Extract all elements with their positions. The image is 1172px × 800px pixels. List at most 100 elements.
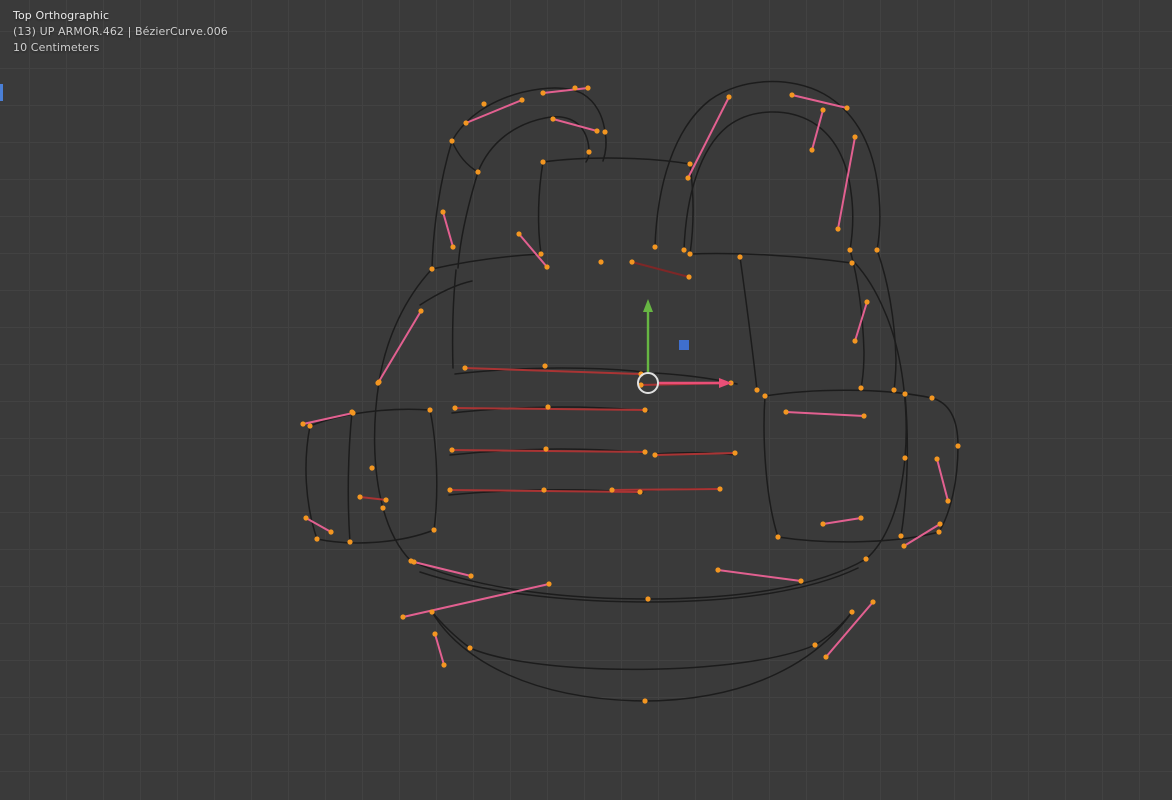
control-point[interactable] [350, 410, 356, 416]
control-point[interactable] [609, 487, 615, 493]
control-point[interactable] [645, 596, 651, 602]
control-point[interactable] [550, 116, 556, 122]
bezier-curve-segment[interactable] [410, 558, 867, 600]
control-point[interactable] [844, 105, 850, 111]
bezier-curve-segment[interactable] [876, 249, 897, 391]
control-handle-line[interactable] [791, 94, 848, 109]
bezier-curve-segment[interactable] [542, 157, 691, 165]
control-point[interactable] [475, 169, 481, 175]
bezier-curve-segment[interactable] [429, 409, 438, 531]
bezier-curve-segment[interactable] [931, 397, 959, 533]
control-point[interactable] [858, 385, 864, 391]
control-point[interactable] [820, 107, 826, 113]
control-point[interactable] [902, 455, 908, 461]
control-point[interactable] [934, 456, 940, 462]
control-point[interactable] [450, 244, 456, 250]
control-point[interactable] [809, 147, 815, 153]
control-point[interactable] [687, 161, 693, 167]
control-point[interactable] [441, 662, 447, 668]
control-point[interactable] [462, 365, 468, 371]
control-point[interactable] [546, 581, 552, 587]
control-point[interactable] [519, 97, 525, 103]
control-point[interactable] [945, 498, 951, 504]
bezier-curve-segment[interactable] [469, 644, 816, 671]
control-point[interactable] [652, 452, 658, 458]
control-point[interactable] [849, 260, 855, 266]
gizmo-x-axis-arrowhead-icon[interactable] [719, 378, 732, 388]
control-point[interactable] [452, 405, 458, 411]
control-point[interactable] [369, 465, 375, 471]
control-point[interactable] [540, 159, 546, 165]
bezier-curve-segment[interactable] [683, 111, 854, 251]
control-point[interactable] [541, 487, 547, 493]
bezier-curve-segment[interactable] [347, 411, 353, 543]
bezier-curve-segment[interactable] [602, 131, 607, 162]
control-point[interactable] [467, 645, 473, 651]
control-point[interactable] [852, 134, 858, 140]
control-point[interactable] [726, 94, 732, 100]
control-point[interactable] [902, 391, 908, 397]
control-point[interactable] [762, 393, 768, 399]
bezier-curve-segment[interactable] [373, 268, 433, 562]
bezier-curve-segment[interactable] [537, 161, 544, 255]
control-point[interactable] [685, 175, 691, 181]
control-point[interactable] [936, 529, 942, 535]
control-point[interactable] [642, 407, 648, 413]
control-point[interactable] [449, 447, 455, 453]
bezier-curve-segment[interactable] [451, 140, 479, 173]
control-handle-line[interactable] [903, 523, 941, 547]
bezier-curve-segment[interactable] [451, 269, 457, 369]
control-handle-line[interactable] [413, 561, 472, 577]
control-point[interactable] [847, 247, 853, 253]
control-point[interactable] [687, 251, 693, 257]
control-point[interactable] [602, 129, 608, 135]
control-point[interactable] [542, 363, 548, 369]
control-point[interactable] [468, 573, 474, 579]
control-handle-line[interactable] [518, 233, 548, 268]
control-point[interactable] [432, 631, 438, 637]
control-handle-line[interactable] [811, 109, 824, 151]
control-point[interactable] [732, 450, 738, 456]
control-handle-line[interactable] [305, 517, 332, 533]
bezier-curve-segment[interactable] [316, 529, 435, 544]
control-handle-line[interactable] [552, 118, 598, 132]
control-point[interactable] [328, 529, 334, 535]
control-point[interactable] [447, 487, 453, 493]
control-point[interactable] [835, 226, 841, 232]
control-point[interactable] [901, 543, 907, 549]
bezier-curve-segment[interactable] [582, 93, 606, 133]
control-handle-line[interactable] [822, 517, 862, 525]
control-point[interactable] [440, 209, 446, 215]
control-handle-line[interactable] [825, 601, 874, 658]
control-point[interactable] [874, 247, 880, 253]
gizmo-y-axis-arrowhead-icon[interactable] [643, 299, 653, 312]
control-handle-line[interactable] [402, 583, 550, 618]
control-handle-line[interactable] [302, 412, 354, 425]
bezier-curve-segment[interactable] [739, 256, 758, 391]
control-point[interactable] [870, 599, 876, 605]
control-point[interactable] [629, 259, 635, 265]
control-point[interactable] [820, 521, 826, 527]
gizmo-z-axis-square[interactable] [679, 340, 689, 350]
bezier-curve-segment[interactable] [431, 253, 542, 270]
bezier-curve-segment[interactable] [419, 280, 473, 306]
control-point[interactable] [686, 274, 692, 280]
control-point[interactable] [737, 254, 743, 260]
control-point[interactable] [429, 266, 435, 272]
control-point[interactable] [544, 264, 550, 270]
control-point[interactable] [681, 247, 687, 253]
bezier-curve-segment[interactable] [689, 252, 853, 264]
control-handle-line[interactable] [631, 261, 690, 278]
control-handle-line[interactable] [359, 496, 387, 501]
control-point[interactable] [585, 85, 591, 91]
control-point[interactable] [849, 609, 855, 615]
control-handle-line[interactable] [717, 569, 802, 582]
bezier-curve-segment[interactable] [431, 140, 453, 270]
bezier-curve-segment[interactable] [457, 171, 479, 269]
control-point[interactable] [411, 559, 417, 565]
bezier-curve-segment[interactable] [854, 262, 907, 560]
control-point[interactable] [418, 308, 424, 314]
control-point[interactable] [314, 536, 320, 542]
control-point[interactable] [861, 413, 867, 419]
control-point[interactable] [481, 101, 487, 107]
